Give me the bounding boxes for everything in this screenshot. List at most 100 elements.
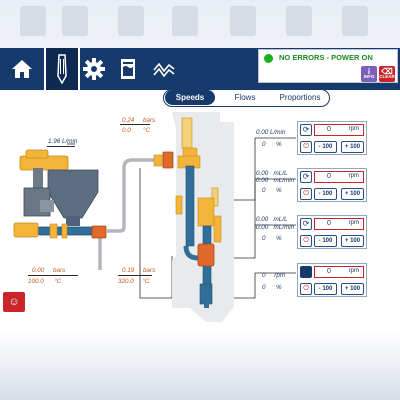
mid-pressure-value: 0.19 bbox=[122, 267, 135, 274]
feed-pipe bbox=[98, 158, 160, 270]
pump3-ratio-unit: mL/L bbox=[273, 216, 288, 223]
operator-alarm-button[interactable]: ☺ bbox=[3, 292, 25, 312]
mid-temp-readout: 320.0 °C bbox=[118, 278, 150, 285]
pump4-setpoint-field[interactable]: 0 rpm bbox=[314, 266, 364, 278]
pump1-plus-button[interactable]: + 100 bbox=[341, 141, 364, 153]
left-pressure-unit: bars bbox=[53, 267, 66, 274]
pump2-flow-unit: mL/min bbox=[273, 177, 295, 184]
refresh-icon: ⟳ bbox=[302, 172, 310, 181]
pump3-minus-button[interactable]: - 100 bbox=[314, 235, 337, 247]
power-icon: ⏻ bbox=[303, 143, 309, 150]
pump4-percent-value: 0 bbox=[262, 284, 266, 291]
trend-chart-icon bbox=[153, 62, 175, 78]
pump2-percent-value: 0 bbox=[262, 187, 266, 194]
top-pressure-readout: 0.24 bars bbox=[122, 117, 155, 124]
nav-recipe-button[interactable] bbox=[110, 48, 146, 90]
pump1-flow-unit: L/min bbox=[270, 129, 286, 136]
top-banner bbox=[0, 0, 400, 48]
tab-speeds[interactable]: Speeds bbox=[165, 90, 215, 105]
recipe-icon bbox=[121, 59, 135, 79]
left-temp-readout: 100.0 °C bbox=[28, 278, 61, 285]
tab-flows[interactable]: Flows bbox=[220, 90, 270, 105]
pump2-setpoint-unit: rpm bbox=[348, 173, 359, 179]
pump4-speed-readout: 0 rpm bbox=[262, 272, 285, 279]
pump1-percent-readout: 0 % bbox=[262, 141, 282, 148]
pump3-percent-readout: 0 % bbox=[262, 235, 282, 242]
nav-trends-button[interactable] bbox=[146, 48, 182, 90]
pump4-status-indicator bbox=[300, 266, 312, 278]
pump1-percent-value: 0 bbox=[262, 141, 266, 148]
blurred-tile bbox=[62, 6, 88, 36]
pump2-minus-button[interactable]: - 100 bbox=[314, 188, 337, 200]
main-flow-value: 1.96 bbox=[48, 138, 61, 145]
pump4-power-button[interactable]: ⏻ bbox=[300, 283, 312, 295]
pump2-setpoint-field[interactable]: 0 rpm bbox=[314, 171, 364, 183]
pump1-percent-unit: % bbox=[276, 141, 282, 148]
pump3-percent-unit: % bbox=[276, 235, 282, 242]
pump4-setpoint-unit: rpm bbox=[348, 268, 359, 274]
pump3-flow-unit: mL/min bbox=[273, 224, 295, 231]
readout-underline bbox=[47, 146, 75, 147]
pump3-flow-value: 0.00 bbox=[256, 224, 269, 231]
info-button[interactable]: i INFO bbox=[361, 66, 377, 82]
clear-button[interactable]: ⌫ CLEAR bbox=[379, 66, 395, 82]
pump3-plus-button[interactable]: + 100 bbox=[341, 235, 364, 247]
top-temp-value: 0.0 bbox=[122, 127, 131, 134]
pump2-power-button[interactable]: ⏻ bbox=[300, 188, 312, 200]
pump3-refresh-button[interactable]: ⟳ bbox=[300, 218, 312, 230]
pump1-flow-value: 0.00 bbox=[256, 129, 269, 136]
mid-temp-value: 320.0 bbox=[118, 278, 134, 285]
top-pressure-value: 0.24 bbox=[122, 117, 135, 124]
home-icon bbox=[12, 60, 32, 78]
mixing-tank bbox=[13, 149, 107, 239]
mid-pressure-unit: bars bbox=[143, 267, 156, 274]
view-tabs: Speeds Flows Proportions bbox=[163, 89, 330, 107]
bottom-area bbox=[0, 330, 400, 400]
pump1-refresh-button[interactable]: ⟳ bbox=[300, 124, 312, 136]
pump4-plus-button[interactable]: + 100 bbox=[341, 283, 364, 295]
pump2-flow-value: 0.00 bbox=[256, 177, 269, 184]
pump3-percent-value: 0 bbox=[262, 235, 266, 242]
blurred-tile bbox=[20, 6, 46, 36]
pump2-flow-readout: 0.00 mL/min bbox=[256, 177, 294, 184]
pump4-speed-unit: rpm bbox=[274, 272, 286, 279]
pump3-setpoint-value: 0 bbox=[327, 220, 331, 227]
pump3-setpoint-field[interactable]: 0 rpm bbox=[314, 218, 364, 230]
pump1-power-button[interactable]: ⏻ bbox=[300, 141, 312, 153]
readout-underline bbox=[118, 275, 152, 276]
main-flow-readout: 1.96 L/min bbox=[48, 138, 77, 145]
left-pressure-value: 0.00 bbox=[32, 267, 45, 274]
mid-temp-unit: °C bbox=[142, 278, 150, 285]
pump3-power-button[interactable]: ⏻ bbox=[300, 235, 312, 247]
blurred-tile bbox=[118, 6, 144, 36]
pump2-ratio-readout: 0.00 mL/L bbox=[256, 170, 288, 177]
nav-home-button[interactable] bbox=[4, 48, 40, 90]
pump3-ratio-readout: 0.00 mL/L bbox=[256, 216, 288, 223]
power-icon: ⏻ bbox=[303, 237, 309, 244]
pump2-percent-unit: % bbox=[276, 187, 282, 194]
tab-proportions[interactable]: Proportions bbox=[272, 90, 328, 105]
blurred-tile bbox=[230, 6, 256, 36]
pump1-setpoint-value: 0 bbox=[327, 126, 331, 133]
pump1-minus-button[interactable]: - 100 bbox=[314, 141, 337, 153]
left-temp-unit: °C bbox=[54, 278, 62, 285]
nav-settings-button[interactable] bbox=[76, 48, 112, 90]
pump3-ratio-value: 0.00 bbox=[256, 216, 269, 223]
nav-pump-button[interactable] bbox=[44, 48, 80, 90]
blurred-tile bbox=[172, 6, 198, 36]
status-panel: NO ERRORS - POWER ON i INFO ⌫ CLEAR bbox=[258, 49, 398, 83]
pump3-control-panel: ⟳ 0 rpm ⏻ - 100 + 100 bbox=[297, 215, 367, 249]
pump2-ratio-value: 0.00 bbox=[256, 170, 269, 177]
pump1-control-panel: ⟳ 0 rpm ⏻ - 100 + 100 bbox=[297, 121, 367, 155]
pump1-setpoint-field[interactable]: 0 rpm bbox=[314, 124, 364, 136]
power-icon: ⏻ bbox=[303, 190, 309, 197]
clear-icon: ⌫ bbox=[381, 67, 393, 76]
pump2-plus-button[interactable]: + 100 bbox=[341, 188, 364, 200]
mid-pressure-readout: 0.19 bars bbox=[122, 267, 155, 274]
gear-icon bbox=[83, 58, 105, 80]
pump2-refresh-button[interactable]: ⟳ bbox=[300, 171, 312, 183]
top-temp-readout: 0.0 °C bbox=[122, 127, 150, 134]
info-icon: i bbox=[367, 67, 371, 76]
pump4-minus-button[interactable]: - 100 bbox=[314, 283, 337, 295]
inlet-valve bbox=[153, 151, 174, 169]
